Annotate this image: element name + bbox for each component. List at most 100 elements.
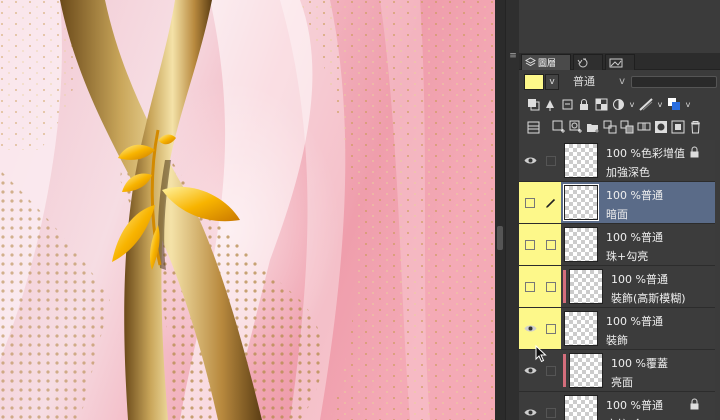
panel-tabs: 圖層 [519,53,720,70]
layer-panel: 圖層 v 普通 v v v v 100 %色彩增值 加強深色 100 %普通 暗… [519,0,720,420]
chevron-down-icon[interactable]: v [545,74,559,90]
edit-target-toggle[interactable] [541,266,561,307]
blend-mode-select[interactable]: 普通 v [569,74,625,90]
ruler-range-icon[interactable] [638,96,654,112]
layer-thumbnail [564,395,598,420]
layer-property-icon[interactable] [525,119,541,135]
layer-row[interactable]: 100 %色彩增值 加強深色 [519,140,715,182]
mouse-cursor-icon [535,345,547,363]
layer-color-swatch[interactable] [524,74,544,90]
layer-opacity: 100 % [611,357,646,370]
layer-opacity: 100 % [606,231,641,244]
layer-toolbar-bottom [519,116,720,138]
layer-name: 衣紋(金) [606,416,648,420]
layer-info[interactable]: 100 %普通 裝飾 [561,308,715,349]
eye-icon [524,157,536,164]
blend-mode-row: v 普通 v [519,71,720,93]
layer-opacity-mode: 100 %普通 [606,313,663,329]
lock-icon [690,398,699,410]
layer-row[interactable]: 100 %普通 裝飾(高斯模糊) [519,266,715,308]
layer-row[interactable]: 100 %普通 珠+勾亮 [519,224,715,266]
layer-info[interactable]: 100 %普通 暗面 [561,182,715,223]
layer-thumbnail [563,184,599,221]
visibility-toggle[interactable] [519,182,541,223]
chevron-down-icon[interactable]: v [655,96,665,112]
edit-target-toggle[interactable] [541,308,561,349]
new-folder-icon[interactable] [585,119,601,135]
canvas-vertical-scrollbar[interactable] [495,0,505,420]
navigator-icon [609,58,623,67]
layer-row[interactable]: 100 %覆蓋 亮面 [519,350,715,392]
visibility-toggle[interactable] [519,224,541,265]
layer-opacity-mode: 100 %普通 [606,187,663,203]
visibility-toggle[interactable] [519,308,541,349]
layer-blend-mode: 普通 [645,273,668,286]
layer-info[interactable]: 100 %普通 衣紋(金) [561,392,715,420]
clipping-indicator [563,354,566,387]
chevron-down-icon[interactable]: v [683,96,693,112]
layer-row[interactable]: 100 %普通 衣紋(金) [519,392,715,420]
tab-layers-label: 圖層 [538,59,557,69]
opacity-slider[interactable] [631,76,717,88]
layer-opacity-mode: 100 %普通 [606,229,663,245]
tab-layers[interactable]: 圖層 [521,54,571,70]
scrollbar-thumb[interactable] [497,226,503,250]
layer-info[interactable]: 100 %覆蓋 亮面 [561,350,715,391]
edit-target-toggle[interactable] [541,392,561,420]
apply-mask-icon[interactable] [670,119,686,135]
merge-down-icon[interactable] [619,119,635,135]
chevron-down-icon: v [619,76,625,87]
visibility-checkbox [525,197,535,208]
layer-opacity: 100 % [606,315,641,328]
layer-blend-mode: 色彩增值 [640,147,685,160]
lock-icon [690,146,699,158]
new-vector-layer-icon[interactable] [568,119,584,135]
clipping-indicator [563,270,566,303]
delete-layer-icon[interactable] [687,119,703,135]
layer-info[interactable]: 100 %普通 裝飾(高斯模糊) [561,266,715,307]
lock-transparent-icon[interactable] [593,96,609,112]
pen-icon [546,198,556,208]
visibility-toggle[interactable] [519,392,541,420]
edit-checkbox [546,365,556,376]
create-mask-icon[interactable] [653,119,669,135]
layer-info[interactable]: 100 %普通 珠+勾亮 [561,224,715,265]
eye-icon [524,409,536,416]
draft-layer-icon[interactable] [559,96,575,112]
layer-thumbnail [569,353,603,388]
history-icon [577,58,588,67]
visibility-toggle[interactable] [519,140,541,181]
eye-icon [524,325,536,332]
layer-opacity-mode: 100 %普通 [611,271,668,287]
layer-color-icon[interactable] [666,96,682,112]
panel-menu-icon[interactable]: ≡ [509,52,517,71]
layer-name: 暗面 [606,208,628,221]
lock-icon[interactable] [576,96,592,112]
tab-history[interactable] [573,54,603,70]
chevron-down-icon[interactable]: v [627,96,637,112]
layer-row[interactable]: 100 %普通 暗面 [519,182,715,224]
edit-checkbox [546,155,556,166]
edit-target-toggle[interactable] [541,182,561,223]
layer-info[interactable]: 100 %色彩增值 加強深色 [561,140,715,181]
drawing-canvas[interactable] [0,0,495,420]
transfer-lower-icon[interactable] [602,119,618,135]
clip-to-layer-icon[interactable] [525,96,541,112]
visibility-toggle[interactable] [519,266,541,307]
artwork [0,0,495,420]
layer-name: 珠+勾亮 [606,250,649,263]
combine-layers-icon[interactable] [636,119,652,135]
layer-opacity: 100 % [611,273,646,286]
layer-blend-mode: 普通 [640,231,663,244]
edit-target-toggle[interactable] [541,224,561,265]
edit-target-toggle[interactable] [541,140,561,181]
mask-enable-icon[interactable] [610,96,626,112]
eye-icon [524,367,536,374]
layer-row[interactable]: 100 %普通 裝飾 [519,308,715,350]
reference-layer-icon[interactable] [542,96,558,112]
tab-navigator[interactable] [605,54,635,70]
visibility-checkbox [525,239,535,250]
new-raster-layer-icon[interactable] [551,119,567,135]
layer-blend-mode: 普通 [640,399,663,412]
